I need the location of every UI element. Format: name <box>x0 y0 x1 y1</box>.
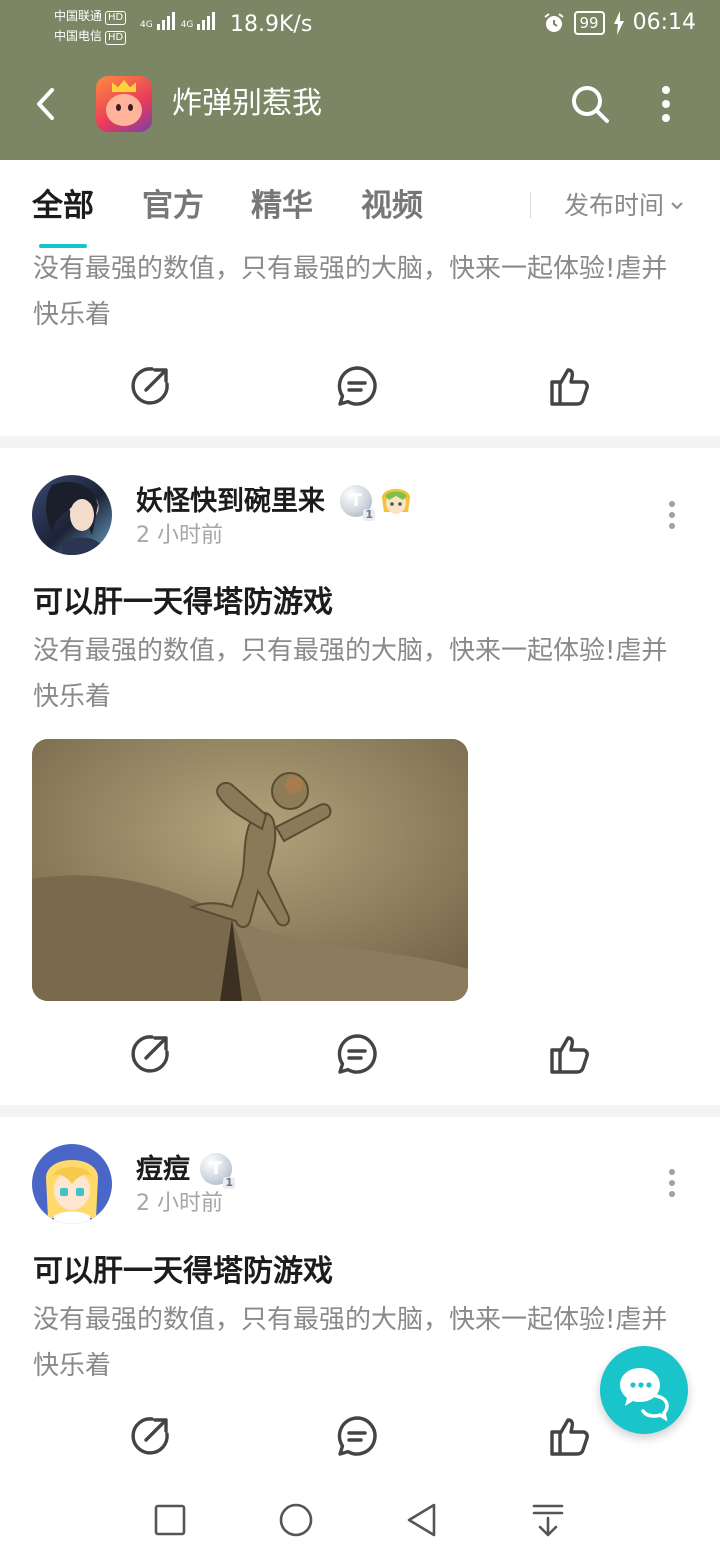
status-bar: 中国联通 HD 中国电信 HD 4G 4G 18.9K/s 99 06:14 <box>0 0 720 52</box>
post-divider <box>0 436 720 448</box>
avatar[interactable] <box>32 475 112 555</box>
tab-official[interactable]: 官方 <box>142 184 204 228</box>
signal-icon: 4G <box>181 12 216 30</box>
post-body: 没有最强的数值，只有最强的大脑，快来一起体验!虐并快乐着 <box>33 1305 668 1381</box>
game-icon <box>96 76 152 132</box>
top-bar: 中国联通 HD 中国电信 HD 4G 4G 18.9K/s 99 06:14 炸… <box>0 0 720 160</box>
alarm-icon <box>543 12 564 32</box>
chevron-down-icon <box>671 202 683 210</box>
post-divider <box>0 1105 720 1117</box>
sort-dropdown[interactable]: 发布时间 <box>564 188 684 224</box>
clay-figure-photo <box>32 739 468 1001</box>
status-right: 99 06:14 <box>542 10 696 35</box>
search-icon[interactable] <box>568 82 612 126</box>
comment-icon[interactable] <box>335 364 379 408</box>
hd-badge: HD <box>105 11 127 25</box>
signal-icon: 4G <box>140 12 175 30</box>
sort-label: 发布时间 <box>564 191 665 220</box>
post-title: 可以肝一天得塔防游戏 <box>33 585 333 620</box>
signal-indicators: 4G 4G <box>140 12 216 30</box>
network-speed: 18.9K/s <box>230 12 313 37</box>
hd-badge: HD <box>105 31 127 45</box>
post-body: 没有最强的数值，只有最强的大脑，快来一起体验!虐并快乐着 <box>33 254 668 330</box>
carrier-1: 中国联通 <box>54 9 103 23</box>
post-actions <box>0 356 720 416</box>
username[interactable]: 痘痘 <box>136 1150 190 1190</box>
post-time: 2 小时前 <box>136 523 223 548</box>
like-icon[interactable] <box>548 1032 592 1076</box>
character-badge-icon <box>382 489 410 514</box>
back-icon[interactable] <box>28 84 68 124</box>
back-triangle-icon[interactable] <box>402 1500 442 1540</box>
charging-icon <box>613 10 624 35</box>
recent-apps-icon[interactable] <box>150 1500 190 1540</box>
more-options-icon[interactable] <box>664 500 680 530</box>
tab-bar: 全部 官方 精华 视频 发布时间 <box>0 160 720 250</box>
post-title: 可以肝一天得塔防游戏 <box>33 1254 333 1289</box>
username[interactable]: 妖怪快到碗里来 <box>136 482 325 522</box>
network-type: 4G <box>140 20 153 30</box>
comment-icon[interactable] <box>335 1032 379 1076</box>
tab-all[interactable]: 全部 <box>32 184 94 228</box>
post-time: 2 小时前 <box>136 1191 223 1216</box>
carrier-info: 中国联通 HD 中国电信 HD <box>54 6 127 46</box>
avatar-portrait <box>46 481 102 555</box>
like-icon[interactable] <box>548 364 592 408</box>
tab-featured[interactable]: 精华 <box>251 184 313 228</box>
avatar[interactable] <box>32 1144 112 1224</box>
app-bar: 炸弹别惹我 <box>0 70 720 140</box>
new-post-button[interactable] <box>600 1346 688 1434</box>
more-options-icon[interactable] <box>664 1168 680 1198</box>
avatar-portrait <box>46 1160 98 1224</box>
tier-badge: T1 <box>340 485 375 521</box>
share-icon[interactable] <box>128 364 172 408</box>
more-vertical-icon[interactable] <box>648 82 684 126</box>
like-icon[interactable] <box>548 1414 592 1458</box>
tier-badge: T1 <box>200 1153 235 1189</box>
share-icon[interactable] <box>128 1414 172 1458</box>
post-actions <box>0 1024 720 1084</box>
notification-down-icon[interactable] <box>528 1500 568 1540</box>
home-icon[interactable] <box>276 1500 316 1540</box>
tab-divider <box>530 192 531 218</box>
share-icon[interactable] <box>128 1032 172 1076</box>
comment-icon[interactable] <box>335 1414 379 1458</box>
network-type: 4G <box>180 20 194 30</box>
tab-video[interactable]: 视频 <box>361 184 423 228</box>
battery-icon: 99 <box>573 10 605 35</box>
carrier-2: 中国电信 <box>54 29 103 43</box>
post-body: 没有最强的数值，只有最强的大脑，快来一起体验!虐并快乐着 <box>33 636 668 712</box>
chat-bubble-icon <box>620 1368 669 1422</box>
post-image[interactable] <box>32 739 468 1001</box>
clock: 06:14 <box>632 10 696 35</box>
page-title: 炸弹别惹我 <box>172 86 322 121</box>
system-nav-bar <box>0 1480 720 1560</box>
